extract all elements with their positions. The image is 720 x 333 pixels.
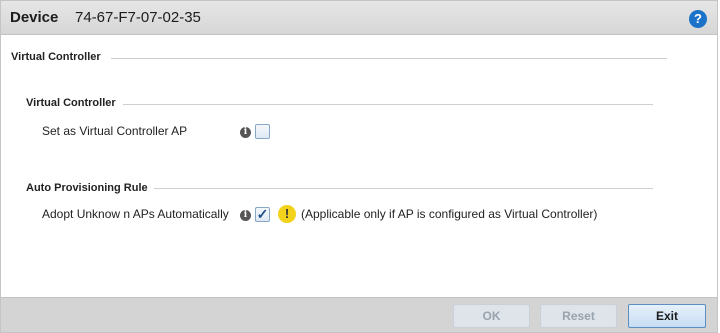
applicability-note: (Applicable only if AP is configured as … <box>301 207 598 221</box>
exit-button[interactable]: Exit <box>628 304 706 328</box>
help-icon[interactable]: ? <box>689 10 707 28</box>
subsection-title-virtual-controller: Virtual Controller <box>26 97 116 109</box>
title-label: Device <box>10 9 59 26</box>
field-label-adopt-unknown-aps: Adopt Unknow n APs Automatically <box>42 207 229 221</box>
warning-icon: ! <box>278 205 296 223</box>
info-icon[interactable]: i <box>240 127 251 138</box>
subsection-title-auto-provisioning: Auto Provisioning Rule <box>26 182 148 194</box>
set-virtual-controller-checkbox[interactable] <box>255 124 270 139</box>
section-title-virtual-controller: Virtual Controller <box>11 51 101 63</box>
subsection-divider <box>154 188 653 189</box>
field-label-set-virtual-controller: Set as Virtual Controller AP <box>42 124 188 138</box>
device-id: 74-67-F7-07-02-35 <box>75 9 201 26</box>
subsection-divider <box>123 104 653 105</box>
section-divider <box>111 58 667 59</box>
info-icon[interactable]: i <box>240 210 251 221</box>
ok-button[interactable]: OK <box>453 304 530 328</box>
content-panel <box>0 35 718 297</box>
title-bar: Device 74-67-F7-07-02-35 ? <box>0 0 718 35</box>
footer-bar: OK Reset Exit <box>0 297 718 333</box>
reset-button[interactable]: Reset <box>540 304 617 328</box>
adopt-unknown-aps-checkbox[interactable]: ✓ <box>255 207 270 222</box>
